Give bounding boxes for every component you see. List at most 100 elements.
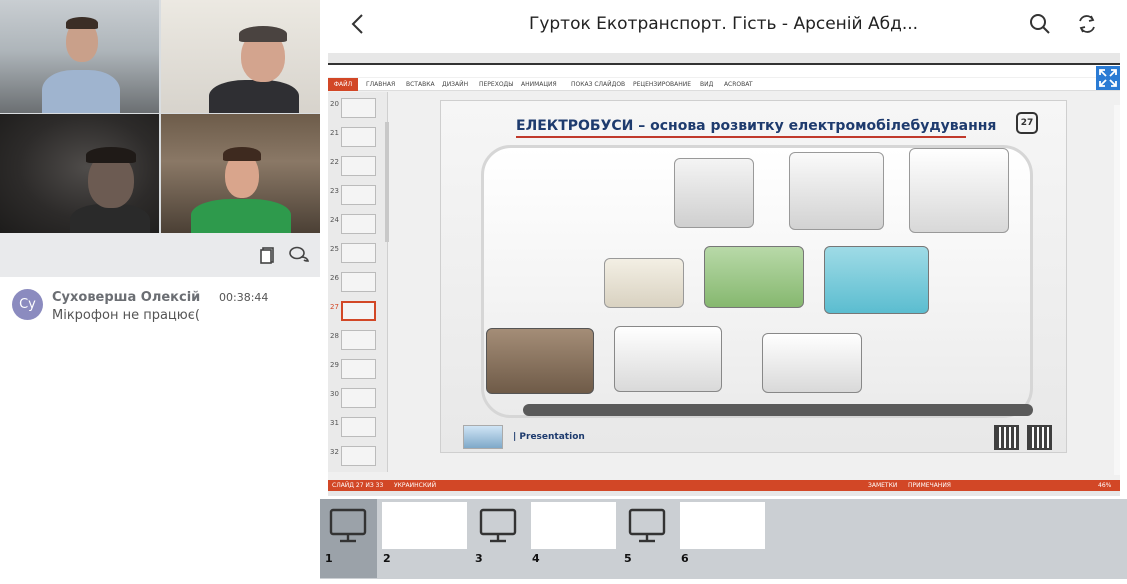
video-tile-4[interactable] xyxy=(161,114,320,233)
powerpoint-window: ФАЙЛ ГЛАВНАЯ ВСТАВКА ДИЗАЙН ПЕРЕХОДЫ АНИ… xyxy=(328,63,1120,491)
bus-image xyxy=(604,258,684,308)
slide-thumbnail[interactable] xyxy=(341,185,376,205)
bus-image xyxy=(824,246,929,314)
thumb-number: 20 xyxy=(330,100,339,108)
van-image xyxy=(762,333,862,393)
status-slide-count: СЛАЙД 27 ИЗ 33 xyxy=(332,482,384,489)
ribbon-tab[interactable]: ПЕРЕХОДЫ xyxy=(479,81,514,88)
ribbon-tab[interactable]: АНИМАЦИЯ xyxy=(521,81,557,88)
video-tile-3[interactable] xyxy=(0,114,159,233)
slide-thumbnail[interactable] xyxy=(341,359,376,379)
thumb-number: 30 xyxy=(330,390,339,398)
thumb-number: 22 xyxy=(330,158,339,166)
thumb-number: 25 xyxy=(330,245,339,253)
screen-share: ФАЙЛ ГЛАВНАЯ ВСТАВКА ДИЗАЙН ПЕРЕХОДЫ АНИ… xyxy=(328,53,1120,496)
page-4[interactable]: 4 xyxy=(527,499,617,578)
thumb-number: 24 xyxy=(330,216,339,224)
page-5[interactable]: 5 xyxy=(619,499,676,578)
thumb-number: 21 xyxy=(330,129,339,137)
truck-image xyxy=(674,158,754,228)
message-text: Мікрофон не працює( xyxy=(52,308,200,323)
page-number: 2 xyxy=(383,552,391,565)
slide-thumbnail[interactable] xyxy=(341,98,376,118)
thumb-number: 29 xyxy=(330,361,339,369)
status-comments[interactable]: ПРИМЕЧАНИЯ xyxy=(908,482,951,489)
slide-thumbnail[interactable] xyxy=(341,417,376,437)
ppt-titlebar xyxy=(328,65,1120,77)
page-1[interactable]: 1 xyxy=(320,499,377,578)
video-tile-1[interactable] xyxy=(0,0,159,113)
bus-image xyxy=(704,246,804,308)
electrobus-logo-image xyxy=(463,425,503,449)
slide-title-underline xyxy=(516,136,966,138)
message-time: 00:38:44 xyxy=(219,291,269,304)
ribbon-tab[interactable]: ПОКАЗ СЛАЙДОВ xyxy=(571,81,625,88)
page-title: Гурток Екотранспорт. Гість - Арсеній Абд… xyxy=(528,14,919,34)
search-icon[interactable] xyxy=(1028,12,1052,36)
truck-image xyxy=(909,148,1009,233)
ribbon-tab[interactable]: ДИЗАЙН xyxy=(442,81,468,88)
page-preview-blank xyxy=(680,502,765,549)
slide-thumbnail[interactable] xyxy=(341,243,376,263)
page-preview-blank xyxy=(382,502,467,549)
thumb-number: 26 xyxy=(330,274,339,282)
qr-code-image xyxy=(1027,425,1052,450)
page-number: 1 xyxy=(325,552,333,565)
page-number: 6 xyxy=(681,552,689,565)
expand-icon[interactable] xyxy=(1096,66,1120,90)
clipboard-icon[interactable] xyxy=(258,245,280,265)
ribbon-tab-file[interactable]: ФАЙЛ xyxy=(328,78,358,91)
status-zoom[interactable]: 46% xyxy=(1098,482,1111,489)
top-bar: Гурток Екотранспорт. Гість - Арсеній Абд… xyxy=(320,0,1127,50)
slide-thumbnail[interactable] xyxy=(341,446,376,466)
chat-toolbar xyxy=(0,233,320,277)
thumb-number: 28 xyxy=(330,332,339,340)
ribbon-tab[interactable]: ГЛАВНАЯ xyxy=(366,81,395,88)
ppt-ribbon: ФАЙЛ ГЛАВНАЯ ВСТАВКА ДИЗАЙН ПЕРЕХОДЫ АНИ… xyxy=(328,78,1120,91)
chat-message: Су Суховерша Олексій 00:38:44 Мікрофон н… xyxy=(12,289,312,329)
monitor-icon xyxy=(627,507,667,545)
page-2[interactable]: 2 xyxy=(378,499,468,578)
thumb-number-selected: 27 xyxy=(330,303,339,311)
left-panel: Су Суховерша Олексій 00:38:44 Мікрофон н… xyxy=(0,0,320,584)
slide-thumbnail[interactable] xyxy=(341,272,376,292)
monitor-icon xyxy=(328,507,368,545)
ppt-statusbar: СЛАЙД 27 ИЗ 33 УКРАИНСКИЙ ЗАМЕТКИ ПРИМЕЧ… xyxy=(328,480,1120,491)
qr-code-image xyxy=(994,425,1019,450)
slide-title: ЕЛЕКТРОБУСИ – основа розвитку електромоб… xyxy=(516,118,997,134)
page-switcher: 1 2 3 4 5 6 xyxy=(320,499,1127,579)
swap-icon[interactable] xyxy=(1075,12,1099,36)
monitor-icon xyxy=(478,507,518,545)
thumb-number: 23 xyxy=(330,187,339,195)
slide-thumbnail[interactable] xyxy=(341,214,376,234)
avatar: Су xyxy=(12,289,43,320)
slide-number-badge: 27 xyxy=(1016,112,1038,134)
ribbon-tab[interactable]: ВИД xyxy=(700,81,713,88)
ribbon-tab[interactable]: ACROBAT xyxy=(724,81,753,88)
conference-window: Су Суховерша Олексій 00:38:44 Мікрофон н… xyxy=(0,0,1127,584)
chat-panel: Су Суховерша Олексій 00:38:44 Мікрофон н… xyxy=(0,277,320,584)
ribbon-tab[interactable]: РЕЦЕНЗИРОВАНИЕ xyxy=(633,81,691,88)
slide-scrollbar[interactable] xyxy=(1114,105,1120,475)
thumb-number: 31 xyxy=(330,419,339,427)
page-6[interactable]: 6 xyxy=(676,499,766,578)
page-preview-blank xyxy=(531,502,616,549)
thumbnails-scrollbar[interactable] xyxy=(385,122,389,242)
status-language: УКРАИНСКИЙ xyxy=(394,482,437,489)
video-grid xyxy=(0,0,320,233)
page-3[interactable]: 3 xyxy=(470,499,527,578)
ribbon-tab[interactable]: ВСТАВКА xyxy=(406,81,435,88)
chat-bubbles-icon[interactable] xyxy=(288,245,310,265)
status-notes[interactable]: ЗАМЕТКИ xyxy=(868,482,897,489)
page-number: 3 xyxy=(475,552,483,565)
slide-thumbnail[interactable] xyxy=(341,156,376,176)
slide-thumbnail[interactable] xyxy=(341,330,376,350)
slide-thumbnail[interactable] xyxy=(341,388,376,408)
slide-thumbnail[interactable] xyxy=(341,127,376,147)
truck-image xyxy=(789,152,884,230)
van-image xyxy=(614,326,722,392)
video-tile-2[interactable] xyxy=(161,0,320,113)
road-strip-image xyxy=(523,404,1033,416)
slide-thumbnail-selected[interactable] xyxy=(341,301,376,321)
slide-footer-text: | Presentation xyxy=(513,432,585,442)
